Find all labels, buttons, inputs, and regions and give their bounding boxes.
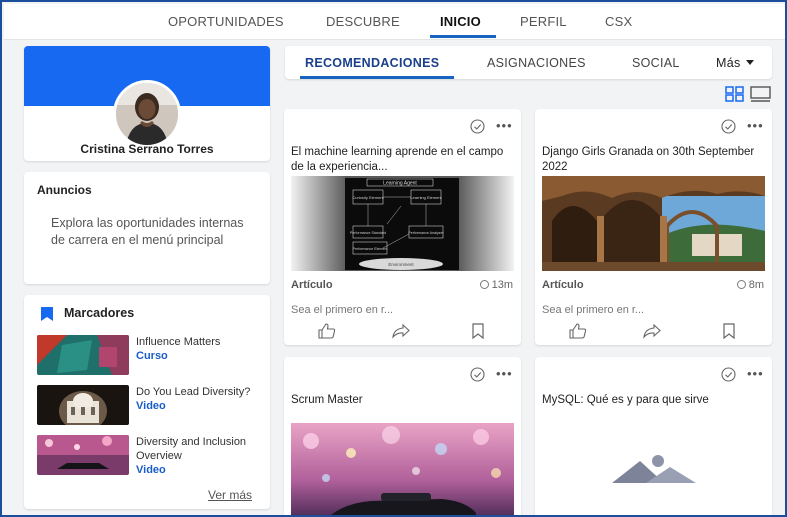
profile-card[interactable]: Cristina Serrano Torres (24, 46, 270, 161)
share-icon[interactable] (643, 323, 661, 339)
feed-card-first-comment[interactable]: Sea el primero en r... (291, 304, 393, 316)
feed-card-first-comment[interactable]: Sea el primero en r... (542, 304, 644, 316)
bookmark-outline-icon[interactable] (469, 323, 487, 339)
feed-card-image[interactable] (291, 423, 514, 515)
diagram-label: Performance Standard (350, 231, 386, 235)
duration-label: 8m (748, 279, 764, 291)
bookmark-item-type: Video (136, 464, 166, 476)
announcements-card: Anuncios Explora las oportunidades inter… (24, 172, 270, 284)
more-options-icon[interactable]: ••• (747, 119, 764, 132)
bookmarks-title: Marcadores (64, 306, 135, 320)
feed-card-title[interactable]: El machine learning aprende en el campo … (291, 145, 513, 175)
tab-social[interactable]: SOCIAL (632, 56, 680, 70)
list-view-icon[interactable] (750, 86, 771, 102)
tab-recomendaciones[interactable]: RECOMENDACIONES (305, 56, 439, 70)
bookmark-item-title[interactable]: Influence Matters (136, 336, 220, 348)
duration-label: 13m (491, 279, 513, 291)
tab-active-indicator (300, 76, 454, 79)
clock-icon (479, 280, 489, 289)
profile-name[interactable]: Cristina Serrano Torres (24, 142, 270, 156)
feed-card[interactable]: ••• Django Girls Granada on 30th Septemb… (535, 109, 772, 345)
bookmark-thumbnail[interactable] (37, 435, 129, 475)
avatar[interactable] (113, 80, 181, 148)
bookmarks-card: Marcadores Influence Matters Curso Do Yo… (24, 295, 270, 509)
nav-oportunidades[interactable]: OPORTUNIDADES (168, 14, 284, 29)
like-icon[interactable] (569, 323, 587, 339)
bookmark-thumbnail[interactable] (37, 335, 129, 375)
diagram-label: Learning Agent (383, 181, 417, 187)
diagram-label: Learning Element (410, 195, 442, 200)
diagram-label: Performance Analyzer (408, 231, 444, 235)
feed-card-title[interactable]: MySQL: Qué es y para que sirve (542, 393, 764, 408)
announcements-title: Anuncios (37, 183, 92, 197)
bookmark-item-title[interactable]: Diversity and Inclusion Overview (136, 436, 246, 462)
diagram-label: Curiosity Element (352, 195, 384, 200)
check-circle-icon[interactable] (721, 119, 736, 134)
feed-card-type: Artículo (291, 279, 333, 291)
diagram-label: Performance Element (353, 247, 388, 251)
bookmark-item[interactable]: Influence Matters Curso (136, 335, 256, 363)
feed-card-image[interactable]: Learning Agent Curiosity Element Learnin… (291, 176, 514, 271)
feed-card[interactable]: ••• MySQL: Qué es y para que sirve (535, 357, 772, 515)
nav-inicio[interactable]: INICIO (440, 14, 481, 29)
top-navigation: OPORTUNIDADES DESCUBRE INICIO PERFIL CSX (4, 4, 785, 40)
tab-more-dropdown[interactable]: Más (716, 56, 754, 70)
bookmark-item-type: Video (136, 400, 166, 412)
image-placeholder-icon (612, 455, 696, 483)
nav-csx[interactable]: CSX (605, 14, 632, 29)
bookmark-icon (41, 307, 53, 321)
feed-card-title[interactable]: Django Girls Granada on 30th September 2… (542, 145, 764, 175)
feed-card-duration: 13m (479, 279, 513, 291)
feed-card-image[interactable] (542, 176, 765, 271)
app-frame: OPORTUNIDADES DESCUBRE INICIO PERFIL CSX… (0, 0, 787, 517)
bookmark-item-type: Curso (136, 350, 168, 362)
clock-icon (736, 280, 746, 289)
feed-card[interactable]: ••• El machine learning aprende en el ca… (284, 109, 521, 345)
like-icon[interactable] (318, 323, 336, 339)
nav-descubre[interactable]: DESCUBRE (326, 14, 400, 29)
share-icon[interactable] (392, 323, 410, 339)
more-options-icon[interactable]: ••• (496, 367, 513, 380)
nav-active-indicator (430, 35, 496, 38)
grid-view-icon[interactable] (725, 86, 744, 102)
see-more-link[interactable]: Ver más (208, 488, 252, 502)
check-circle-icon[interactable] (721, 367, 736, 382)
announcements-text: Explora las oportunidades internas de ca… (51, 216, 244, 247)
bookmark-item[interactable]: Do You Lead Diversity? Video (136, 385, 256, 413)
diagram-label: Environment (388, 262, 414, 267)
more-options-icon[interactable]: ••• (747, 367, 764, 380)
feed-card-duration: 8m (736, 279, 764, 291)
feed-card[interactable]: ••• Scrum Master (284, 357, 521, 515)
more-options-icon[interactable]: ••• (496, 119, 513, 132)
tab-more-label: Más (716, 56, 741, 70)
tab-asignaciones[interactable]: ASIGNACIONES (487, 56, 586, 70)
check-circle-icon[interactable] (470, 119, 485, 134)
bookmark-thumbnail[interactable] (37, 385, 129, 425)
bookmark-item-title[interactable]: Do You Lead Diversity? (136, 386, 250, 398)
caret-down-icon (745, 60, 754, 65)
check-circle-icon[interactable] (470, 367, 485, 382)
content-tabs: RECOMENDACIONES ASIGNACIONES SOCIAL Más (285, 46, 772, 79)
bookmark-outline-icon[interactable] (720, 323, 738, 339)
nav-perfil[interactable]: PERFIL (520, 14, 567, 29)
feed-card-title[interactable]: Scrum Master (291, 393, 513, 408)
bookmark-item[interactable]: Diversity and Inclusion Overview Video (136, 435, 256, 477)
feed-card-type: Artículo (542, 279, 584, 291)
